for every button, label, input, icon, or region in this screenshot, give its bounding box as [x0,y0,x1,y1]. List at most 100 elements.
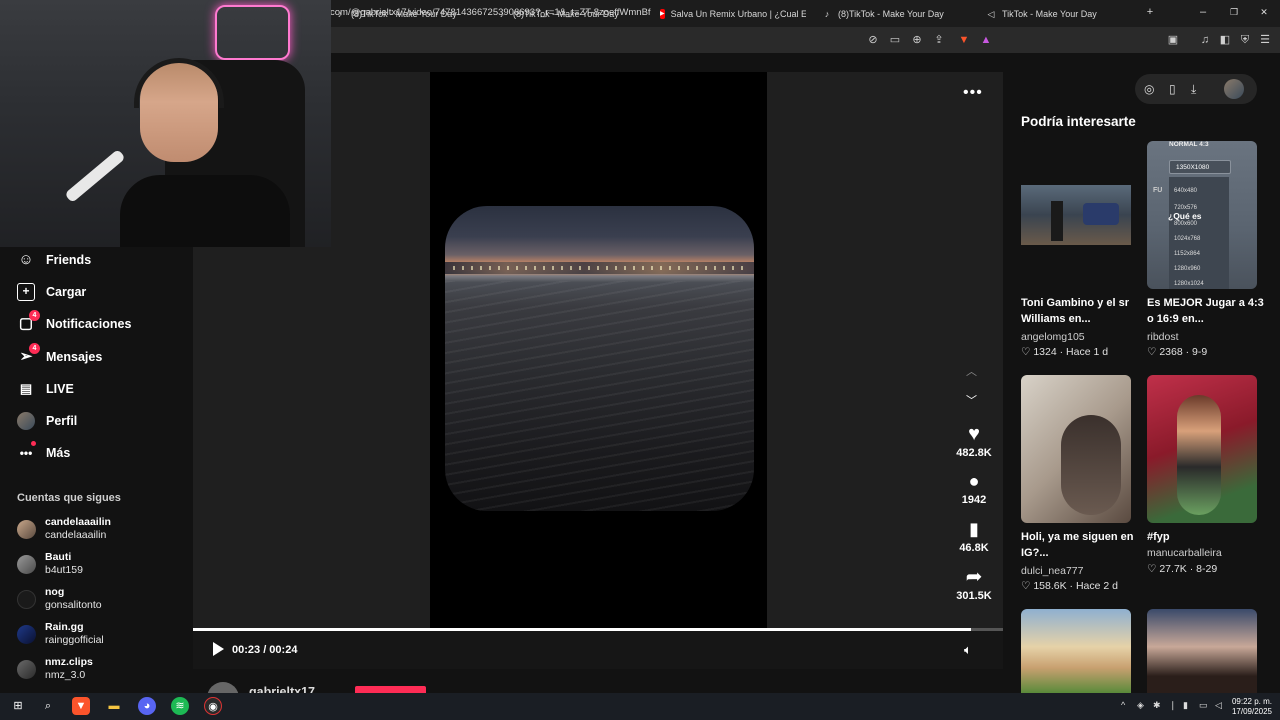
heart-outline-icon: ♡ [1021,346,1031,358]
phone-icon[interactable]: ▯ [1169,82,1176,96]
comment-icon: ● [968,471,980,491]
new-tab-button[interactable]: + [1142,6,1158,18]
card-author[interactable]: manucarballeira [1147,547,1222,559]
following-account[interactable]: candelaaailin candelaaailin [17,516,111,542]
following-account[interactable]: nmz.clips nmz_3.0 [17,656,93,682]
card-title[interactable]: Holi, ya me siguen en IG?... [1021,529,1139,561]
more-options-icon[interactable]: ••• [963,84,983,102]
sidebar-item-messages[interactable]: ➢ 4 Mensajes [17,343,102,368]
heart-outline-icon: ♡ [1021,580,1031,592]
card-stats: ♡ 27.7K · 8-29 [1147,563,1218,575]
microphone-icon[interactable]: ❘ [1169,700,1177,711]
chevron-down-icon[interactable]: ﹀ [966,392,977,408]
windows-start-icon[interactable]: ⊞ [9,697,27,715]
chevron-up-icon[interactable]: ︿ [966,363,977,379]
recommendation-thumbnail[interactable] [1021,375,1131,523]
tab-tiktok-3[interactable]: ♪ (8)TikTok - Make Your Day [822,0,972,27]
menu-icon[interactable]: ☰ [1257,32,1273,48]
tab-tiktok-4[interactable]: ◁ TikTok - Make Your Day [986,0,1126,27]
card-author[interactable]: dulci_nea777 [1021,565,1083,577]
app-tray-icon[interactable]: ◈ [1137,700,1144,711]
usb-icon[interactable]: ▮ [1183,700,1188,711]
share-page-icon[interactable]: ⇪ [931,32,947,48]
person-torso [120,175,290,247]
sidebar-item-profile[interactable]: Perfil [17,410,77,432]
recommendation-thumbnail[interactable] [1021,141,1131,289]
compass-icon[interactable]: ◎ [1144,82,1154,96]
sidebar-item-notifications[interactable]: ▢ 4 Notificaciones [17,310,131,335]
spotify-icon[interactable]: ≋ [171,697,189,715]
sidebar-toggle-icon[interactable]: ▣ [1165,32,1181,48]
comment-button[interactable]: ● 1942 [953,470,995,506]
brave-rewards-icon[interactable]: ▲ [978,32,994,48]
card-stats: ♡ 1324 · Hace 1 d [1021,346,1109,358]
discord-icon[interactable]: ◕ [138,697,156,715]
avatar [17,659,36,679]
webcam-overlay [0,0,331,247]
recommendation-thumbnail[interactable] [1147,609,1257,693]
zoom-icon[interactable]: ⊕ [909,32,925,48]
share-button[interactable]: ➦ 301.5K [953,566,995,602]
sidebar-item-live[interactable]: ▤ LIVE [17,378,74,400]
following-account[interactable]: Rain.gg rainggofficial [17,621,104,647]
reader-mode-icon[interactable]: ▭ [887,32,903,48]
search-icon[interactable]: ⌕ [39,697,57,715]
network-icon[interactable]: ▭ [1199,700,1208,711]
tab-youtube[interactable]: ▶Salva Un Remix Urbano | ¿Cual Es Tu [660,0,806,27]
following-account[interactable]: Bauti b4ut159 [17,551,83,577]
heart-icon: ♥ [968,423,980,445]
recommendation-thumbnail[interactable] [1147,375,1257,523]
notification-badge: 4 [29,310,40,321]
sidebar-item-friends[interactable]: ☺ Friends [17,249,91,271]
media-icon[interactable]: ♫ [1197,32,1213,48]
card-title[interactable]: Toni Gambino y el sr Williams en... [1021,295,1139,327]
save-button[interactable]: ▮ 46.8K [953,518,995,554]
obs-icon[interactable]: ◉ [204,697,222,715]
volume-icon[interactable]: 🔈︎ [964,642,972,658]
recommendation-thumbnail[interactable] [1021,609,1131,693]
time-display: 00:23 / 00:24 [232,644,298,656]
vpn-icon[interactable]: ⛨ [1237,32,1253,48]
brave-shields-icon[interactable]: ▼ [956,32,972,48]
brave-icon[interactable]: ▼ [72,697,90,715]
card-stats: ♡ 2368 · 9-9 [1147,346,1208,358]
play-icon[interactable] [210,641,226,657]
avatar [17,554,36,574]
card-author[interactable]: ribdost [1147,331,1179,343]
no-tracking-icon[interactable]: ⊘ [865,32,881,48]
following-heading: Cuentas que sigues [17,492,121,504]
clock-date[interactable]: 17/09/2025 [1228,707,1272,716]
sidebar-item-more[interactable]: ••• Más [17,441,70,464]
sidebar-item-upload[interactable]: + Cargar [17,281,86,303]
card-author[interactable]: angelomg105 [1021,331,1085,343]
bookmark-icon: ▮ [969,519,979,539]
speaker-icon[interactable]: ◁ [1215,700,1222,711]
live-icon: ▤ [19,381,33,396]
messages-badge: 4 [29,343,40,354]
close-button[interactable]: ✕ [1256,7,1272,18]
restore-button[interactable]: ❐ [1226,7,1242,18]
split-view-icon[interactable]: ◧ [1217,32,1233,48]
bluetooth-icon[interactable]: ✱ [1153,700,1161,711]
recommendation-thumbnail[interactable]: NORMAL 4:3 1350X1080 FU 640x480 720x576 … [1147,141,1257,289]
avatar [17,519,36,539]
following-account[interactable]: nog gonsalitonto [17,586,102,612]
like-button[interactable]: ♥ 482.8K [953,423,995,459]
download-icon[interactable]: ⤓ [1191,82,1196,97]
user-avatar[interactable] [1224,79,1244,99]
youtube-icon: ▶ [660,8,665,19]
url-field[interactable]: com/@gabrieltx17/video/74781436672539066… [330,7,651,18]
microphone-arm [64,148,126,204]
card-title[interactable]: Es MEJOR Jugar a 4:3 o 16:9 en... [1147,295,1265,327]
clock-time[interactable]: 09:22 p. m. [1228,697,1272,706]
card-title[interactable]: #fyp [1147,529,1265,545]
chevron-up-icon[interactable]: ^ [1121,700,1125,710]
card-stats: ♡ 158.6K · Hace 2 d [1021,580,1118,592]
tiktok-icon: ♪ [824,8,830,19]
avatar [17,589,36,609]
more-icon: ••• [17,441,36,462]
taskbar [0,693,1280,720]
file-explorer-icon[interactable]: ▬ [105,697,123,715]
audio-muted-icon: ◁ [987,8,995,19]
minimize-button[interactable]: – [1195,6,1211,18]
